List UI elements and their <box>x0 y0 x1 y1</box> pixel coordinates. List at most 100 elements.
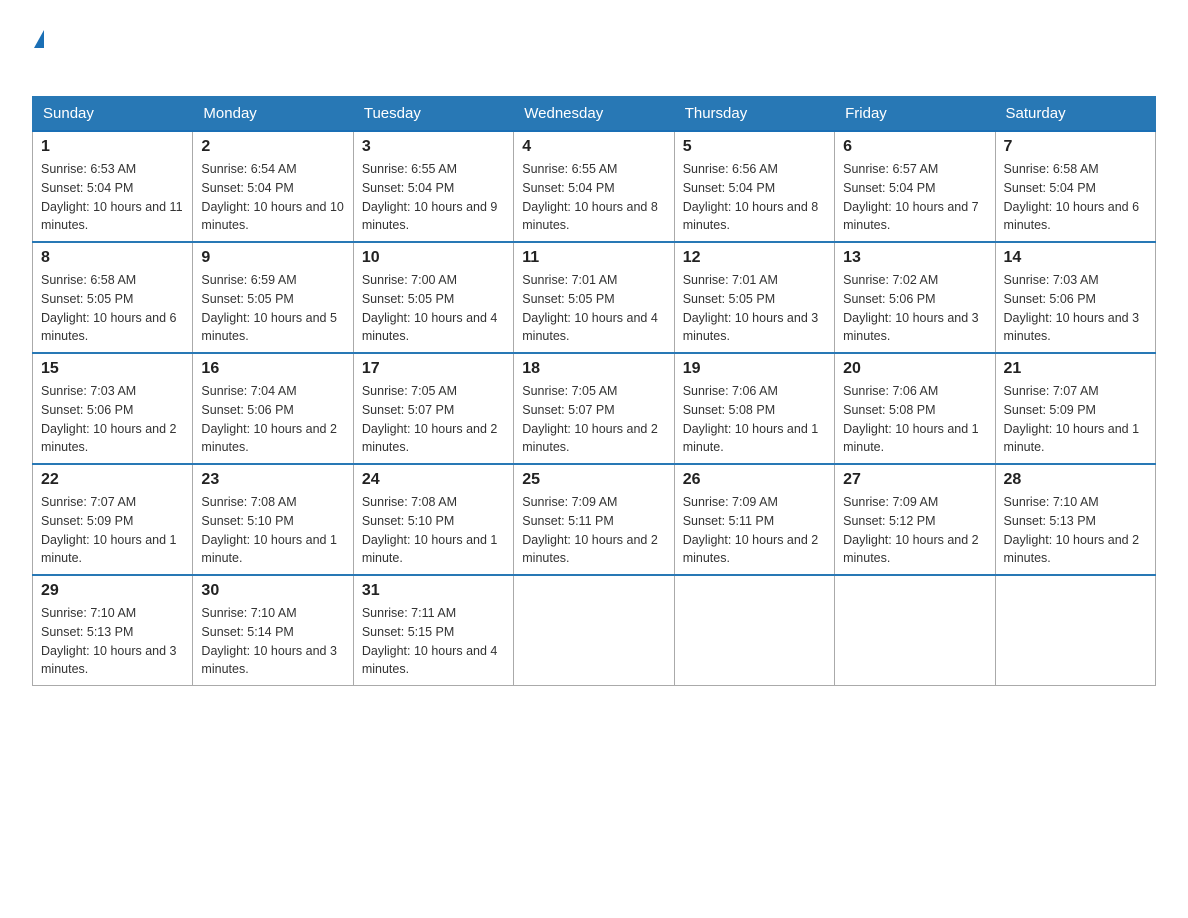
day-number: 10 <box>362 249 505 267</box>
calendar-cell: 17 Sunrise: 7:05 AM Sunset: 5:07 PM Dayl… <box>353 353 513 464</box>
day-info: Sunrise: 7:09 AM Sunset: 5:12 PM Dayligh… <box>843 493 986 568</box>
day-number: 26 <box>683 471 826 489</box>
day-number: 27 <box>843 471 986 489</box>
column-header-friday: Friday <box>835 97 995 132</box>
day-info: Sunrise: 7:03 AM Sunset: 5:06 PM Dayligh… <box>1004 271 1147 346</box>
day-info: Sunrise: 7:01 AM Sunset: 5:05 PM Dayligh… <box>683 271 826 346</box>
day-number: 23 <box>201 471 344 489</box>
day-info: Sunrise: 6:54 AM Sunset: 5:04 PM Dayligh… <box>201 160 344 235</box>
day-number: 15 <box>41 360 184 378</box>
calendar-cell: 28 Sunrise: 7:10 AM Sunset: 5:13 PM Dayl… <box>995 464 1155 575</box>
calendar-cell <box>514 575 674 686</box>
day-number: 31 <box>362 582 505 600</box>
calendar-cell: 27 Sunrise: 7:09 AM Sunset: 5:12 PM Dayl… <box>835 464 995 575</box>
calendar-cell: 26 Sunrise: 7:09 AM Sunset: 5:11 PM Dayl… <box>674 464 834 575</box>
day-number: 7 <box>1004 138 1147 156</box>
calendar-cell: 15 Sunrise: 7:03 AM Sunset: 5:06 PM Dayl… <box>33 353 193 464</box>
day-number: 17 <box>362 360 505 378</box>
day-number: 22 <box>41 471 184 489</box>
day-number: 21 <box>1004 360 1147 378</box>
page-header <box>32 24 1156 78</box>
day-info: Sunrise: 7:07 AM Sunset: 5:09 PM Dayligh… <box>1004 382 1147 457</box>
day-info: Sunrise: 6:53 AM Sunset: 5:04 PM Dayligh… <box>41 160 184 235</box>
day-info: Sunrise: 7:09 AM Sunset: 5:11 PM Dayligh… <box>522 493 665 568</box>
calendar-cell: 30 Sunrise: 7:10 AM Sunset: 5:14 PM Dayl… <box>193 575 353 686</box>
day-info: Sunrise: 6:55 AM Sunset: 5:04 PM Dayligh… <box>362 160 505 235</box>
day-info: Sunrise: 7:08 AM Sunset: 5:10 PM Dayligh… <box>201 493 344 568</box>
calendar-cell: 25 Sunrise: 7:09 AM Sunset: 5:11 PM Dayl… <box>514 464 674 575</box>
calendar-cell: 24 Sunrise: 7:08 AM Sunset: 5:10 PM Dayl… <box>353 464 513 575</box>
calendar-cell: 22 Sunrise: 7:07 AM Sunset: 5:09 PM Dayl… <box>33 464 193 575</box>
logo-triangle-icon <box>34 30 44 48</box>
day-number: 13 <box>843 249 986 267</box>
day-number: 2 <box>201 138 344 156</box>
calendar-cell: 12 Sunrise: 7:01 AM Sunset: 5:05 PM Dayl… <box>674 242 834 353</box>
column-header-thursday: Thursday <box>674 97 834 132</box>
day-info: Sunrise: 7:06 AM Sunset: 5:08 PM Dayligh… <box>843 382 986 457</box>
calendar-cell: 7 Sunrise: 6:58 AM Sunset: 5:04 PM Dayli… <box>995 131 1155 242</box>
day-info: Sunrise: 6:58 AM Sunset: 5:05 PM Dayligh… <box>41 271 184 346</box>
calendar-cell: 5 Sunrise: 6:56 AM Sunset: 5:04 PM Dayli… <box>674 131 834 242</box>
column-header-wednesday: Wednesday <box>514 97 674 132</box>
day-info: Sunrise: 7:08 AM Sunset: 5:10 PM Dayligh… <box>362 493 505 568</box>
day-info: Sunrise: 7:03 AM Sunset: 5:06 PM Dayligh… <box>41 382 184 457</box>
day-number: 24 <box>362 471 505 489</box>
calendar-cell: 4 Sunrise: 6:55 AM Sunset: 5:04 PM Dayli… <box>514 131 674 242</box>
calendar-header-row: SundayMondayTuesdayWednesdayThursdayFrid… <box>33 97 1156 132</box>
calendar-cell: 9 Sunrise: 6:59 AM Sunset: 5:05 PM Dayli… <box>193 242 353 353</box>
calendar-cell <box>995 575 1155 686</box>
day-info: Sunrise: 7:06 AM Sunset: 5:08 PM Dayligh… <box>683 382 826 457</box>
day-number: 28 <box>1004 471 1147 489</box>
day-number: 1 <box>41 138 184 156</box>
day-info: Sunrise: 7:10 AM Sunset: 5:13 PM Dayligh… <box>41 604 184 679</box>
calendar-cell: 13 Sunrise: 7:02 AM Sunset: 5:06 PM Dayl… <box>835 242 995 353</box>
calendar-cell: 10 Sunrise: 7:00 AM Sunset: 5:05 PM Dayl… <box>353 242 513 353</box>
calendar-cell: 1 Sunrise: 6:53 AM Sunset: 5:04 PM Dayli… <box>33 131 193 242</box>
calendar-cell: 11 Sunrise: 7:01 AM Sunset: 5:05 PM Dayl… <box>514 242 674 353</box>
calendar-cell: 3 Sunrise: 6:55 AM Sunset: 5:04 PM Dayli… <box>353 131 513 242</box>
day-number: 11 <box>522 249 665 267</box>
calendar-week-row: 15 Sunrise: 7:03 AM Sunset: 5:06 PM Dayl… <box>33 353 1156 464</box>
day-number: 8 <box>41 249 184 267</box>
day-info: Sunrise: 7:05 AM Sunset: 5:07 PM Dayligh… <box>362 382 505 457</box>
calendar-week-row: 29 Sunrise: 7:10 AM Sunset: 5:13 PM Dayl… <box>33 575 1156 686</box>
calendar-cell: 14 Sunrise: 7:03 AM Sunset: 5:06 PM Dayl… <box>995 242 1155 353</box>
day-number: 29 <box>41 582 184 600</box>
day-number: 25 <box>522 471 665 489</box>
day-number: 30 <box>201 582 344 600</box>
day-number: 14 <box>1004 249 1147 267</box>
calendar-week-row: 1 Sunrise: 6:53 AM Sunset: 5:04 PM Dayli… <box>33 131 1156 242</box>
calendar-cell: 23 Sunrise: 7:08 AM Sunset: 5:10 PM Dayl… <box>193 464 353 575</box>
logo <box>32 24 44 78</box>
day-info: Sunrise: 7:05 AM Sunset: 5:07 PM Dayligh… <box>522 382 665 457</box>
calendar-cell: 18 Sunrise: 7:05 AM Sunset: 5:07 PM Dayl… <box>514 353 674 464</box>
day-number: 3 <box>362 138 505 156</box>
calendar-cell: 16 Sunrise: 7:04 AM Sunset: 5:06 PM Dayl… <box>193 353 353 464</box>
day-info: Sunrise: 7:02 AM Sunset: 5:06 PM Dayligh… <box>843 271 986 346</box>
day-number: 19 <box>683 360 826 378</box>
day-info: Sunrise: 6:59 AM Sunset: 5:05 PM Dayligh… <box>201 271 344 346</box>
day-number: 4 <box>522 138 665 156</box>
day-number: 20 <box>843 360 986 378</box>
day-number: 12 <box>683 249 826 267</box>
calendar-cell: 20 Sunrise: 7:06 AM Sunset: 5:08 PM Dayl… <box>835 353 995 464</box>
day-number: 5 <box>683 138 826 156</box>
calendar-cell: 19 Sunrise: 7:06 AM Sunset: 5:08 PM Dayl… <box>674 353 834 464</box>
calendar-cell: 2 Sunrise: 6:54 AM Sunset: 5:04 PM Dayli… <box>193 131 353 242</box>
calendar-cell: 29 Sunrise: 7:10 AM Sunset: 5:13 PM Dayl… <box>33 575 193 686</box>
column-header-saturday: Saturday <box>995 97 1155 132</box>
day-number: 6 <box>843 138 986 156</box>
calendar-cell: 31 Sunrise: 7:11 AM Sunset: 5:15 PM Dayl… <box>353 575 513 686</box>
day-number: 16 <box>201 360 344 378</box>
column-header-monday: Monday <box>193 97 353 132</box>
day-number: 9 <box>201 249 344 267</box>
calendar-cell: 6 Sunrise: 6:57 AM Sunset: 5:04 PM Dayli… <box>835 131 995 242</box>
day-info: Sunrise: 7:00 AM Sunset: 5:05 PM Dayligh… <box>362 271 505 346</box>
calendar-week-row: 8 Sunrise: 6:58 AM Sunset: 5:05 PM Dayli… <box>33 242 1156 353</box>
day-info: Sunrise: 6:57 AM Sunset: 5:04 PM Dayligh… <box>843 160 986 235</box>
column-header-tuesday: Tuesday <box>353 97 513 132</box>
day-info: Sunrise: 7:07 AM Sunset: 5:09 PM Dayligh… <box>41 493 184 568</box>
day-info: Sunrise: 6:55 AM Sunset: 5:04 PM Dayligh… <box>522 160 665 235</box>
calendar-cell <box>835 575 995 686</box>
day-info: Sunrise: 7:11 AM Sunset: 5:15 PM Dayligh… <box>362 604 505 679</box>
